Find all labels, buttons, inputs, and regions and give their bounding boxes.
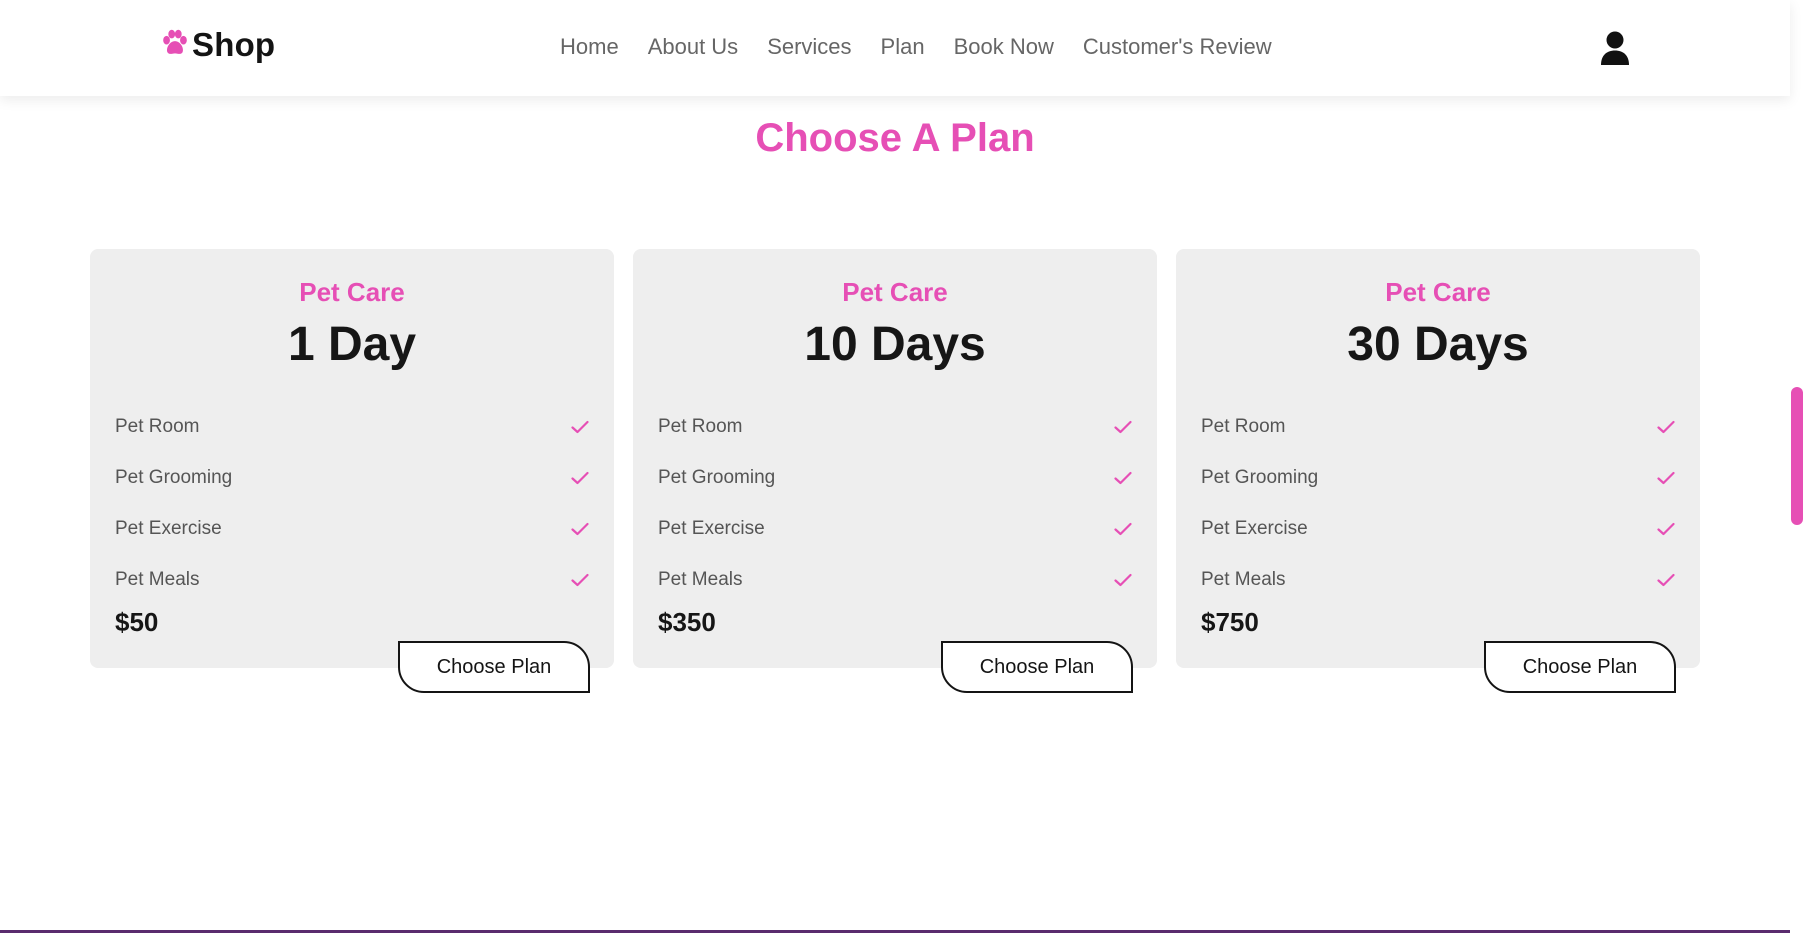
user-icon[interactable]	[1600, 31, 1630, 65]
feature-list: Pet Room Pet Grooming Pet Exercise Pet M…	[115, 401, 589, 605]
plan-card-10-days: Pet Care 10 Days Pet Room Pet Grooming P…	[633, 249, 1157, 693]
check-icon	[1114, 420, 1132, 433]
feature-item: Pet Exercise	[1201, 503, 1675, 554]
feature-item: Pet Exercise	[115, 503, 589, 554]
plan-card-1-day: Pet Care 1 Day Pet Room Pet Grooming Pet…	[90, 249, 614, 693]
check-icon	[571, 420, 589, 433]
check-icon	[571, 522, 589, 535]
feature-item: Pet Room	[1201, 401, 1675, 452]
plan-price: $750	[1201, 607, 1259, 637]
logo-link[interactable]: Shop	[160, 26, 275, 64]
check-icon	[1114, 522, 1132, 535]
check-icon	[1114, 573, 1132, 586]
scrollbar-thumb[interactable]	[1791, 387, 1803, 525]
feature-label: Pet Meals	[658, 568, 743, 590]
feature-label: Pet Exercise	[115, 517, 222, 539]
nav-customers-review[interactable]: Customer's Review	[1083, 34, 1272, 60]
plan-title: 30 Days	[1347, 318, 1529, 371]
site-header: Shop Home About Us Services Plan Book No…	[0, 0, 1790, 96]
feature-item: Pet Room	[658, 401, 1132, 452]
check-icon	[1657, 420, 1675, 433]
feature-label: Pet Exercise	[1201, 517, 1308, 539]
choose-plan-button[interactable]: Choose Plan	[398, 641, 590, 693]
check-icon	[571, 573, 589, 586]
feature-item: Pet Grooming	[115, 452, 589, 503]
check-icon	[1657, 522, 1675, 535]
feature-label: Pet Exercise	[658, 517, 765, 539]
plan-price: $350	[658, 607, 716, 637]
feature-label: Pet Grooming	[658, 466, 776, 488]
check-icon	[1657, 573, 1675, 586]
section-title: Choose A Plan	[755, 116, 1035, 160]
feature-list: Pet Room Pet Grooming Pet Exercise Pet M…	[658, 401, 1132, 605]
nav-plan[interactable]: Plan	[881, 34, 925, 60]
plan-subtitle: Pet Care	[299, 277, 405, 307]
feature-item: Pet Grooming	[1201, 452, 1675, 503]
feature-list: Pet Room Pet Grooming Pet Exercise Pet M…	[1201, 401, 1675, 605]
feature-item: Pet Room	[115, 401, 589, 452]
logo-text: Shop	[192, 26, 276, 63]
feature-label: Pet Grooming	[1201, 466, 1319, 488]
nav-about-us[interactable]: About Us	[648, 34, 739, 60]
choose-plan-button[interactable]: Choose Plan	[1484, 641, 1676, 693]
feature-item: Pet Grooming	[658, 452, 1132, 503]
feature-item: Pet Meals	[115, 554, 589, 605]
feature-label: Pet Room	[658, 415, 743, 437]
check-icon	[1114, 471, 1132, 484]
feature-label: Pet Meals	[1201, 568, 1286, 590]
feature-label: Pet Meals	[115, 568, 200, 590]
page: Shop Home About Us Services Plan Book No…	[0, 0, 1803, 933]
feature-item: Pet Exercise	[658, 503, 1132, 554]
feature-item: Pet Meals	[658, 554, 1132, 605]
plan-title: 1 Day	[287, 318, 417, 371]
check-icon	[1657, 471, 1675, 484]
nav-services[interactable]: Services	[767, 34, 851, 60]
plan-subtitle: Pet Care	[1385, 277, 1491, 307]
nav-home[interactable]: Home	[560, 34, 619, 60]
paw-icon	[163, 29, 187, 54]
plan-title: 10 Days	[804, 318, 986, 371]
feature-label: Pet Grooming	[115, 466, 233, 488]
check-icon	[571, 471, 589, 484]
nav-book-now[interactable]: Book Now	[954, 34, 1054, 60]
feature-item: Pet Meals	[1201, 554, 1675, 605]
feature-label: Pet Room	[1201, 415, 1286, 437]
feature-label: Pet Room	[115, 415, 200, 437]
plan-price: $50	[115, 607, 159, 637]
plan-card-30-days: Pet Care 30 Days Pet Room Pet Grooming P…	[1176, 249, 1700, 693]
choose-plan-button[interactable]: Choose Plan	[941, 641, 1133, 693]
plan-subtitle: Pet Care	[842, 277, 948, 307]
main-nav: Home About Us Services Plan Book Now Cus…	[560, 34, 1301, 60]
